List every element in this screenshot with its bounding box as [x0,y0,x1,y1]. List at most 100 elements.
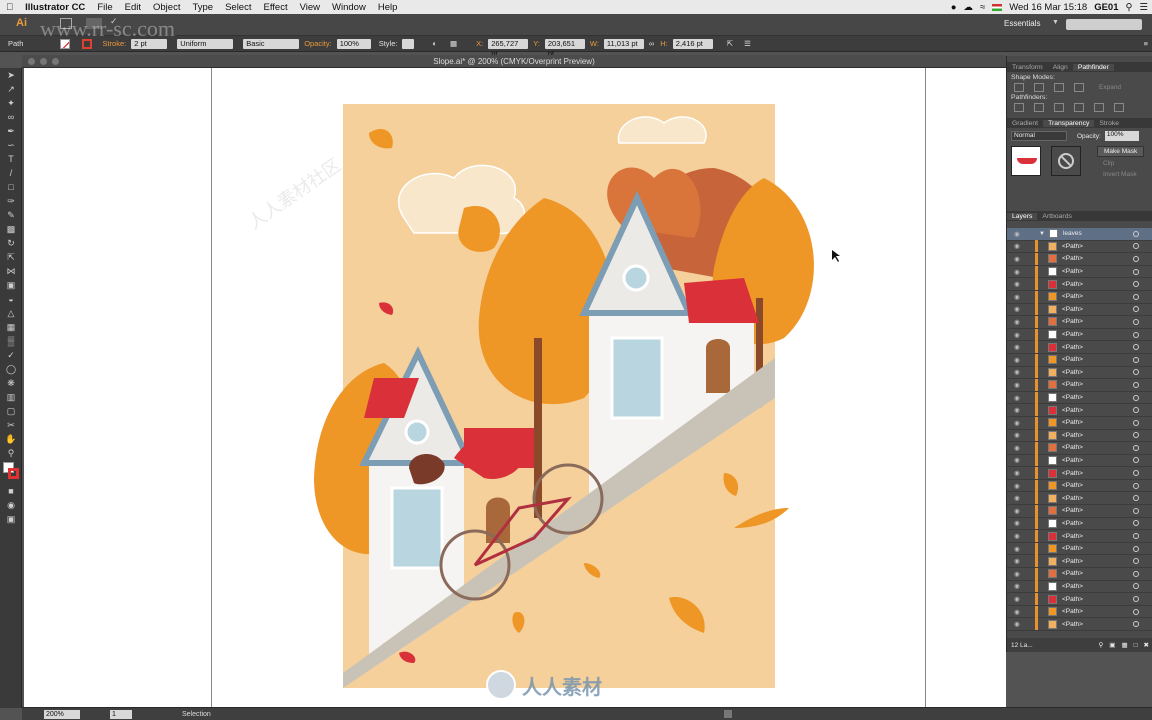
path-name[interactable]: <Path> [1062,432,1133,439]
visibility-icon[interactable]: ◉ [1013,406,1021,414]
locate-object-icon[interactable]: ⚲ [1099,641,1104,649]
path-name[interactable]: <Path> [1062,533,1133,540]
layer-row-path[interactable]: ◉ <Path> [1007,278,1152,291]
menu-window[interactable]: Window [326,2,372,13]
gradient-tool-icon[interactable]: ▒ [0,334,22,348]
direct-selection-tool-icon[interactable]: ↗ [0,82,22,96]
wifi-icon[interactable]: ≈ [980,2,985,13]
path-name[interactable]: <Path> [1062,381,1133,388]
visibility-icon[interactable]: ◉ [1013,343,1021,351]
perspective-tool-icon[interactable]: △ [0,306,22,320]
exclude-icon[interactable] [1074,83,1084,92]
visibility-icon[interactable]: ◉ [1013,381,1021,389]
tab-transparency[interactable]: Transparency [1043,119,1095,127]
target-icon[interactable] [1133,344,1139,351]
x-input[interactable]: 265,727 pt [488,38,529,58]
list-icon[interactable]: ☰ [1139,2,1148,13]
pencil-tool-icon[interactable]: ✎ [0,208,22,222]
intersect-icon[interactable] [1054,83,1064,92]
target-icon[interactable] [1133,369,1139,376]
w-input[interactable]: 11,013 pt [603,38,644,49]
target-icon[interactable] [1133,507,1139,514]
style-swatch[interactable] [402,38,415,49]
minus-front-icon[interactable] [1034,83,1044,92]
crop-icon[interactable] [1074,103,1084,112]
magic-wand-tool-icon[interactable]: ✦ [0,96,22,110]
target-icon[interactable] [1133,570,1139,577]
apple-icon[interactable]:  [0,2,19,13]
path-name[interactable]: <Path> [1062,596,1133,603]
visibility-icon[interactable]: ◉ [1013,456,1021,464]
visibility-icon[interactable]: ◉ [1013,507,1021,515]
mesh-tool-icon[interactable]: ▦ [0,320,22,334]
link-icon[interactable]: ∞ [649,39,654,48]
target-icon[interactable] [1133,583,1139,590]
path-name[interactable]: <Path> [1062,306,1133,313]
shape-builder-tool-icon[interactable]: ◒ [0,292,22,306]
symbol-sprayer-tool-icon[interactable]: ❋ [0,376,22,390]
minus-back-icon[interactable] [1114,103,1124,112]
zoom-select[interactable]: 200% [44,709,80,719]
fill-stroke-swatch[interactable] [0,460,22,484]
recolor-icon[interactable]: ◐ [432,39,437,48]
paintbrush-tool-icon[interactable]: ✑ [0,194,22,208]
path-name[interactable]: <Path> [1062,444,1133,451]
menu-view[interactable]: View [294,2,326,13]
path-name[interactable]: <Path> [1062,570,1133,577]
path-name[interactable]: <Path> [1062,495,1133,502]
layer-row-path[interactable]: ◉ <Path> [1007,378,1152,392]
layer-row-path[interactable]: ◉ <Path> [1007,240,1152,254]
visibility-icon[interactable]: ◉ [1013,469,1021,477]
visibility-icon[interactable]: ◉ [1013,268,1021,276]
layer-row-path[interactable]: ◉ <Path> [1007,353,1152,367]
layer-row-path[interactable]: ◉ <Path> [1007,530,1152,543]
flag-icon[interactable] [992,3,1003,11]
delete-icon[interactable]: ✖ [1144,641,1149,649]
path-name[interactable]: <Path> [1062,281,1133,288]
search-icon[interactable]: ⚲ [1126,2,1133,13]
menu-type[interactable]: Type [186,2,219,13]
path-name[interactable]: <Path> [1062,407,1133,414]
tab-stroke[interactable]: Stroke [1094,120,1124,127]
target-icon[interactable] [1133,608,1139,615]
new-sublayer-icon[interactable]: ▦ [1121,641,1127,649]
blend-mode-select[interactable]: Normal [1011,131,1067,141]
close-window-icon[interactable] [28,58,35,65]
profile-select[interactable]: Uniform [177,38,234,49]
transform-icon[interactable]: ⇱ [727,39,733,48]
menu-help[interactable]: Help [372,2,404,13]
expand-button[interactable]: Expand [1099,84,1121,91]
opacity-label[interactable]: Opacity: [304,39,332,48]
visibility-icon[interactable]: ◉ [1013,608,1021,616]
workspace-switcher[interactable]: Essentials [1004,19,1040,28]
make-clipping-mask-icon[interactable]: ▣ [1109,641,1115,649]
path-name[interactable]: <Path> [1062,255,1133,262]
tab-layers[interactable]: Layers [1007,212,1038,220]
target-icon[interactable] [1133,419,1139,426]
visibility-icon[interactable]: ◉ [1013,230,1021,238]
layer-row-path[interactable]: ◉ <Path> [1007,303,1152,317]
h-input[interactable]: 2,416 pt [672,38,713,49]
panel-menu-icon[interactable]: ≡ [1144,39,1148,48]
tab-transform[interactable]: Transform [1007,64,1048,71]
minimize-window-icon[interactable] [40,58,47,65]
target-icon[interactable] [1133,495,1139,502]
trim-icon[interactable] [1034,103,1044,112]
chevron-down-icon[interactable]: ▼ [1052,19,1059,26]
layer-row-path[interactable]: ◉ <Path> [1007,341,1152,354]
visibility-icon[interactable]: ◉ [1013,305,1021,313]
path-name[interactable]: <Path> [1062,356,1133,363]
target-icon[interactable] [1133,331,1139,338]
y-input[interactable]: 203,651 pt [544,38,585,58]
layer-row-path[interactable]: ◉ <Path> [1007,252,1152,266]
path-name[interactable]: <Path> [1062,507,1133,514]
pen-tool-icon[interactable]: ✒ [0,124,22,138]
path-name[interactable]: <Path> [1062,520,1133,527]
visibility-icon[interactable]: ◉ [1013,368,1021,376]
target-icon[interactable] [1133,457,1139,464]
layer-row-path[interactable]: ◉ <Path> [1007,416,1152,430]
layer-row-path[interactable]: ◉ <Path> [1007,504,1152,518]
target-icon[interactable] [1133,230,1139,237]
screen-mode-icon[interactable]: ▣ [0,512,22,526]
document-tab[interactable]: Slope.ai* @ 200% (CMYK/Overprint Preview… [22,55,1006,68]
